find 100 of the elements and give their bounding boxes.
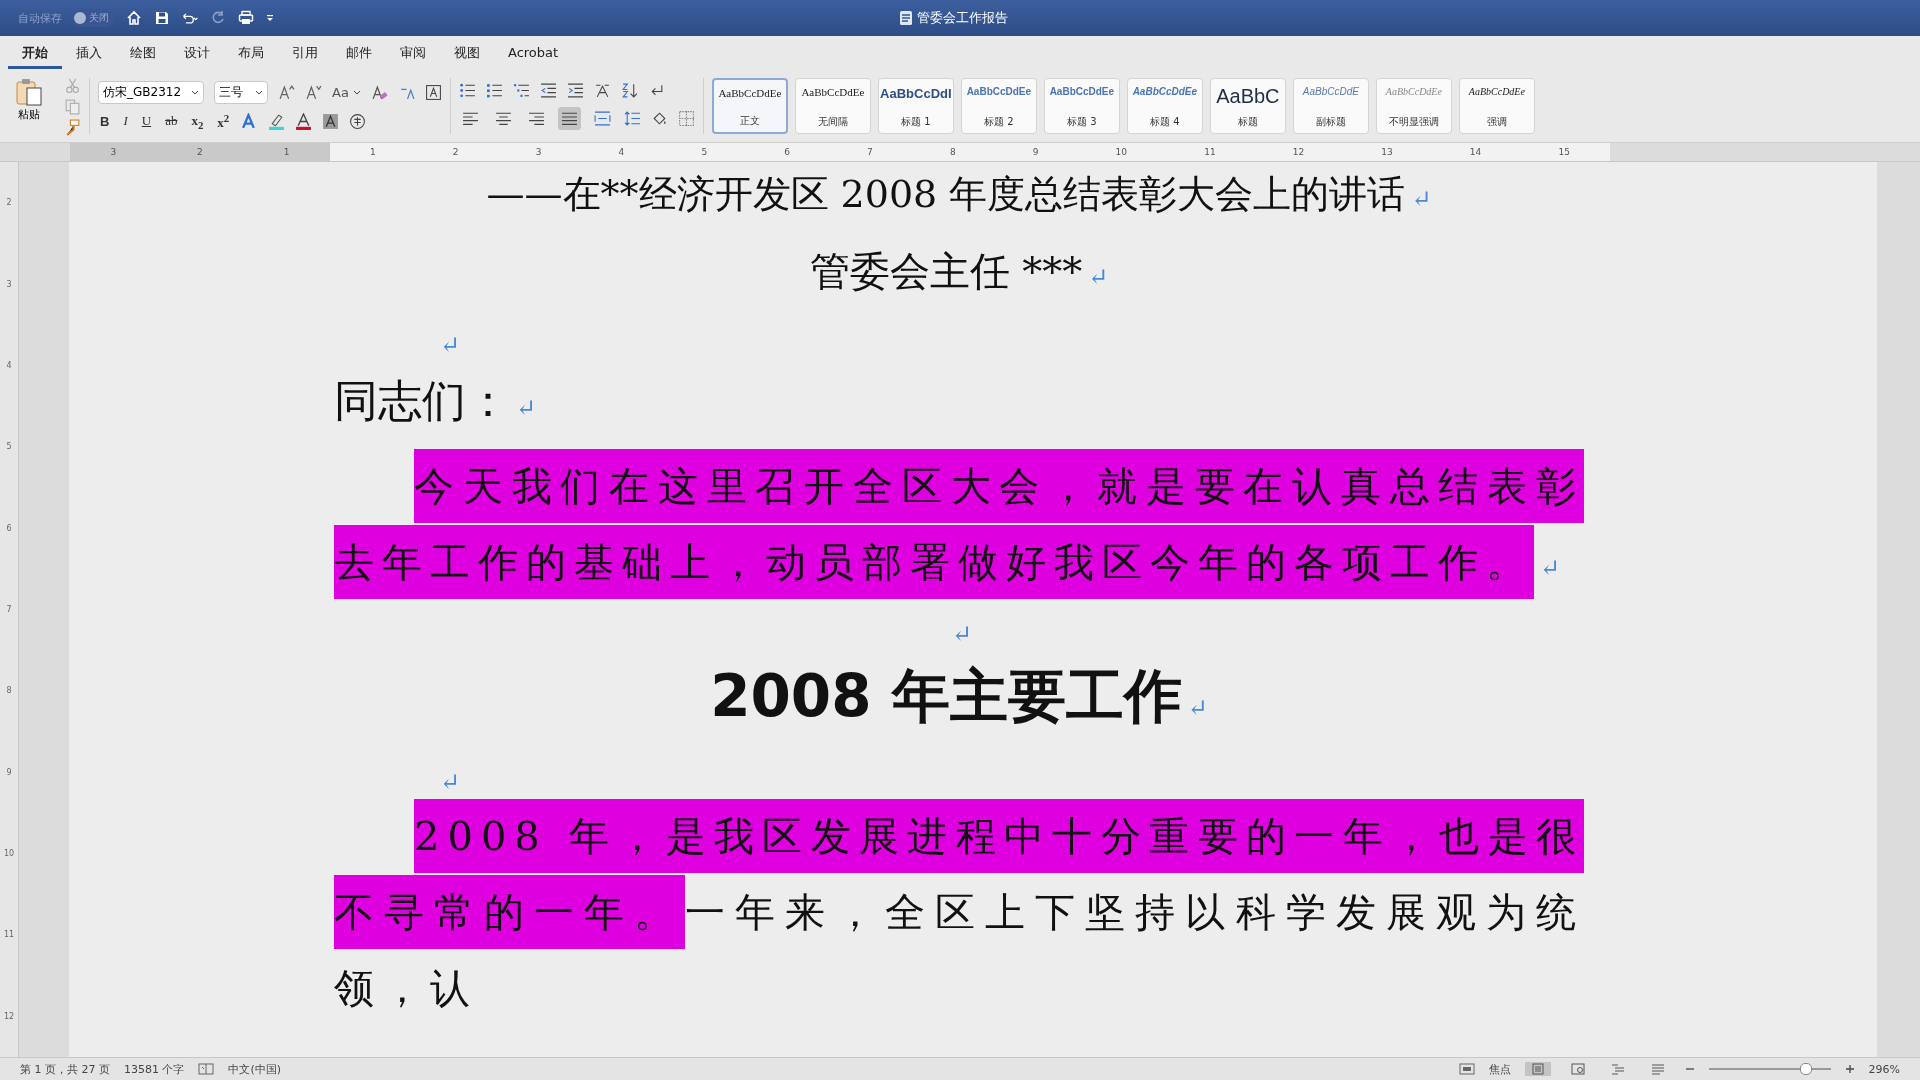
document-text: 管委会主任 *** <box>809 248 1083 294</box>
align-center-icon <box>494 110 512 127</box>
clipboard-icon[interactable] <box>14 76 44 107</box>
line-spacing-icon[interactable] <box>623 110 641 127</box>
numbered-list-icon[interactable] <box>485 82 503 99</box>
ruler-number: 10 <box>1115 146 1128 159</box>
print-view-button[interactable] <box>1524 1062 1551 1076</box>
ribbon-tab[interactable]: 布局 <box>224 37 278 69</box>
text-direction-icon[interactable] <box>593 82 611 99</box>
format-button[interactable]: ab <box>163 113 180 130</box>
ruler-number: 10 <box>3 849 15 859</box>
ruler-number: 5 <box>6 442 12 452</box>
ribbon-tab[interactable]: 插入 <box>62 37 116 69</box>
draft-view-icon <box>1650 1063 1665 1075</box>
window-title: 管委会工作报告 <box>900 9 1008 27</box>
ruler-number: 8 <box>949 146 956 159</box>
borders-icon[interactable] <box>677 110 695 127</box>
align-distributed-icon <box>593 110 611 127</box>
paste-button[interactable]: 粘贴 <box>10 76 48 136</box>
paintbrush-icon[interactable] <box>64 118 81 136</box>
style-preset[interactable]: AaBbCcDdEe 无间隔 <box>794 78 871 134</box>
ruler-number: 8 <box>6 686 12 696</box>
ribbon-tab[interactable]: 视图 <box>440 37 494 69</box>
enclose-character-icon[interactable] <box>349 113 367 130</box>
style-preset[interactable]: AaBbCcDdI 标题 1 <box>877 78 954 134</box>
style-preset[interactable]: AaBbCcDdEe 强调 <box>1458 78 1535 134</box>
page-count[interactable]: 第 1 页，共 27 页 <box>20 1061 110 1077</box>
format-button[interactable]: U <box>139 113 154 130</box>
ruler-number: 9 <box>6 767 12 777</box>
language-status[interactable]: 中文(中国) <box>228 1061 282 1077</box>
customize-caret-icon[interactable] <box>265 13 275 23</box>
ruler-number: 3 <box>6 279 12 289</box>
style-preset[interactable]: AaBbC 标题 <box>1209 78 1286 134</box>
format-button[interactable]: x$_{2}$ <box>189 112 206 131</box>
zoom-in-icon[interactable] <box>1844 1064 1855 1074</box>
format-button[interactable]: B <box>98 114 112 129</box>
ruler-number: 6 <box>784 146 790 159</box>
ruler-number: 2 <box>6 198 12 208</box>
proofing-icon[interactable] <box>198 1063 215 1075</box>
character-shading-icon[interactable] <box>322 113 340 130</box>
change-case-button[interactable]: Aa <box>332 84 361 100</box>
style-preset[interactable]: AaBbCcDdEe 不明显强调 <box>1375 78 1452 134</box>
font-name-dropdown[interactable]: 仿宋_GB2312 <box>98 80 204 104</box>
ribbon-tab[interactable]: 引用 <box>278 37 332 69</box>
document-text: 同志们： <box>334 375 510 426</box>
paragraph-mark: ↵ <box>440 768 461 796</box>
clear-formatting-icon[interactable] <box>370 83 388 101</box>
ribbon-tab[interactable]: 绘图 <box>116 37 170 69</box>
ruler-number: 2 <box>452 146 459 159</box>
ribbon-tab[interactable]: 审阅 <box>386 37 440 69</box>
highlighter-icon[interactable] <box>268 113 286 130</box>
grow-font-icon[interactable] <box>278 83 295 101</box>
caret-icon <box>352 89 361 95</box>
style-preset[interactable]: AaBbCcDdEe 正文 <box>711 78 788 134</box>
outline-view-icon <box>1610 1063 1625 1075</box>
ruler-number: 6 <box>6 523 12 533</box>
format-button[interactable]: I <box>121 113 130 130</box>
style-preset[interactable]: AaBbCcDdEe 标题 4 <box>1126 78 1203 134</box>
ribbon-tab[interactable]: Acrobat <box>494 39 573 67</box>
sort-icon[interactable] <box>620 82 638 99</box>
increase-indent-icon[interactable] <box>566 82 584 99</box>
decrease-indent-icon[interactable] <box>539 82 557 99</box>
document-text: ——在**经济开发区 2008 年度总结表彰大会上的讲话 <box>486 172 1406 216</box>
section-heading: 2008 年主要工作 <box>710 662 1182 730</box>
paragraph-mark: ↵ <box>1540 554 1561 582</box>
bullet-list-icon[interactable] <box>458 82 476 99</box>
zoom-percent[interactable]: 296% <box>1868 1062 1900 1076</box>
style-preset[interactable]: AaBbCcDdEe 标题 3 <box>1043 78 1120 134</box>
ruler-number: 3 <box>110 146 117 159</box>
multilevel-list-icon[interactable] <box>512 82 530 99</box>
ribbon-tab[interactable]: 邮件 <box>332 37 386 69</box>
style-preset[interactable]: AaBbCcDdE 副标题 <box>1292 78 1369 134</box>
character-border-icon[interactable] <box>424 83 442 101</box>
ruler-number: 1 <box>283 146 290 159</box>
align-left-icon <box>461 110 479 127</box>
style-preset[interactable]: AaBbCcDdEe 标题 2 <box>960 78 1037 134</box>
ruler-number: 9 <box>1032 146 1039 159</box>
autosave-label: 自动保存 <box>18 10 62 26</box>
ruler-number: 4 <box>618 146 625 159</box>
save-icon[interactable] <box>153 10 171 26</box>
undo-icon[interactable] <box>181 10 199 26</box>
ruler-number: 11 <box>3 930 15 940</box>
ruler-number: 7 <box>6 604 12 614</box>
align-justify-button[interactable] <box>557 107 581 130</box>
paragraph-mark: ↵ <box>516 394 537 422</box>
focus-icon[interactable] <box>1458 1063 1475 1075</box>
align-justify-icon <box>560 110 578 127</box>
ruler-number: 5 <box>701 146 708 159</box>
font-size-dropdown[interactable]: 三号 <box>214 80 268 104</box>
word-count[interactable]: 13581 个字 <box>124 1061 185 1077</box>
format-button[interactable]: x$^{2}$ <box>215 111 232 132</box>
home-icon[interactable] <box>125 10 143 26</box>
font-color-icon[interactable] <box>295 113 313 130</box>
focus-label[interactable]: 焦点 <box>1488 1061 1511 1077</box>
ribbon-tab[interactable]: 设计 <box>170 37 224 69</box>
print-icon[interactable] <box>237 10 255 26</box>
shading-bucket-icon[interactable] <box>650 110 668 127</box>
shrink-font-icon[interactable] <box>305 83 322 101</box>
zoom-slider-thumb[interactable] <box>1800 1063 1813 1075</box>
ruler-number: 4 <box>6 360 12 370</box>
